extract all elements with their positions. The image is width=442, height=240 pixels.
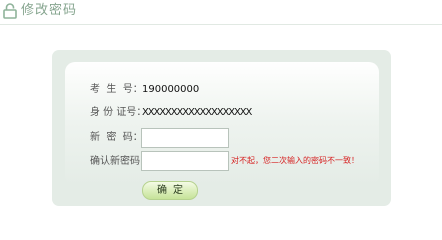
confirm-password-input[interactable] bbox=[141, 151, 229, 171]
page-title: 修改密码 bbox=[21, 3, 78, 18]
change-password-page: 修改密码 考 生 号： 190000000 身 份 证号： XXXXXXXXXX… bbox=[0, 0, 442, 240]
password-mismatch-error: 对不起，您二次输入的密码不一致！ bbox=[231, 156, 359, 165]
new-password-label: 新 密 码： bbox=[90, 132, 143, 143]
page-header: 修改密码 bbox=[0, 0, 442, 25]
id-number-value: XXXXXXXXXXXXXXXXXXX bbox=[142, 107, 252, 118]
candidate-number-value: 190000000 bbox=[142, 84, 200, 95]
candidate-number-label: 考 生 号： bbox=[90, 84, 143, 95]
confirm-button[interactable]: 确定 bbox=[142, 181, 198, 200]
lock-icon bbox=[3, 3, 17, 19]
new-password-input[interactable] bbox=[141, 128, 229, 148]
id-number-label: 身 份 证号： bbox=[90, 107, 147, 118]
